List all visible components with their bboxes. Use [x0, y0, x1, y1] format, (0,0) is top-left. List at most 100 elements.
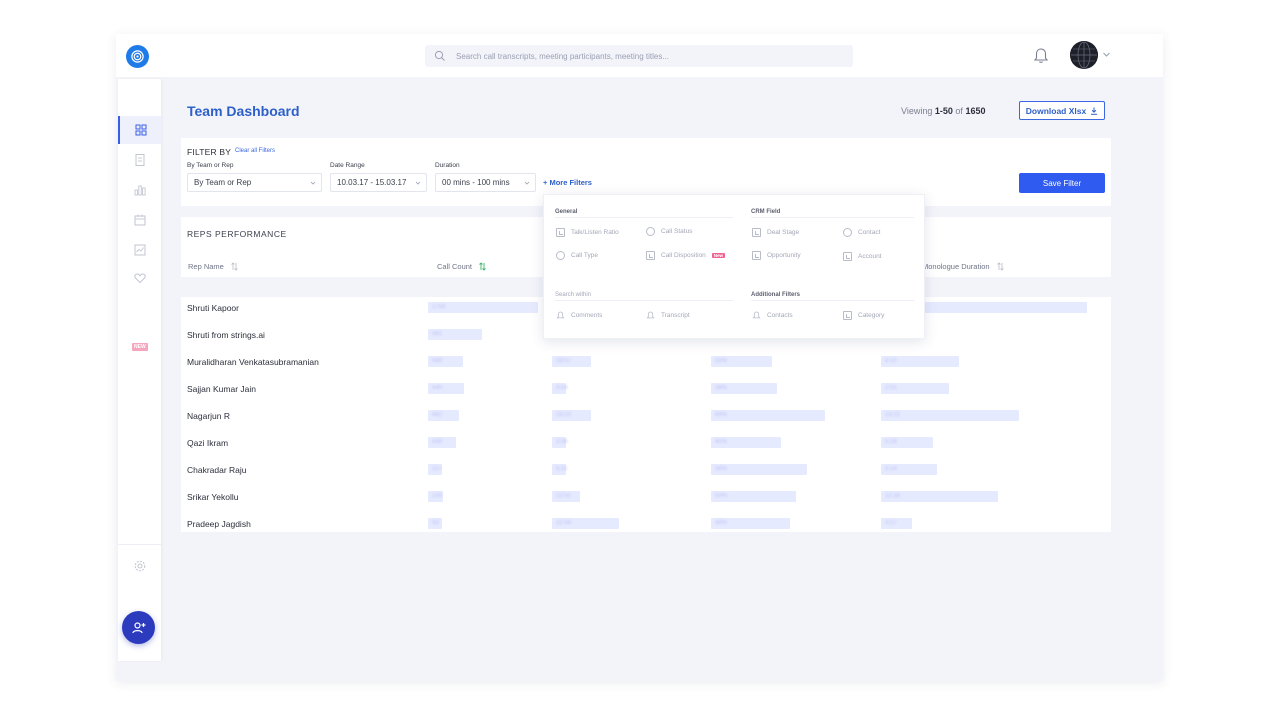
- metric-value: 84%: [715, 412, 728, 418]
- team-select[interactable]: By Team or Rep: [187, 173, 322, 192]
- metric-icon: [752, 251, 761, 260]
- download-label: Download Xlsx: [1025, 105, 1087, 116]
- metric-bar: 561: [428, 329, 482, 340]
- metric-value: 226: [432, 493, 443, 499]
- sidebar-item-analytics[interactable]: [118, 176, 161, 204]
- metric-value: 93: [432, 520, 439, 526]
- metric-value: 12:51: [556, 493, 572, 499]
- metric-bar: 18:57: [552, 356, 591, 367]
- sidebar-item-dashboard[interactable]: [118, 116, 161, 144]
- sidebar-item-settings[interactable]: [118, 552, 161, 580]
- metric-bar: 482: [428, 410, 459, 421]
- rep-name[interactable]: Shruti from strings.ai: [187, 330, 265, 340]
- user-avatar[interactable]: [1070, 41, 1098, 69]
- filter-option-account[interactable]: Account: [843, 252, 882, 261]
- table-row[interactable]: Pradeep Jagdish 93 22:54 48% 3:27: [181, 513, 1111, 540]
- metric-bar: 55%: [711, 356, 772, 367]
- option-label: Opportunity: [767, 252, 801, 259]
- metric-value: 5:31: [556, 466, 568, 472]
- metric-bar: 540: [428, 383, 464, 394]
- app-logo-icon[interactable]: [126, 45, 149, 68]
- option-label: Deal Stage: [767, 229, 800, 236]
- metric-value: 561: [432, 331, 443, 337]
- table-row[interactable]: Nagarjun R 482 19:23 84% 14:21: [181, 405, 1111, 432]
- metric-value: 3:36: [556, 439, 568, 445]
- general-heading: General: [555, 209, 578, 215]
- additional-filter-category[interactable]: Category: [843, 311, 884, 320]
- metric-value: 14:21: [885, 412, 901, 418]
- metric-bar: 8:10: [881, 356, 959, 367]
- column-header-rep-name[interactable]: Rep Name: [188, 262, 239, 271]
- metric-value: 18:57: [556, 358, 572, 364]
- new-badge: New: [711, 253, 726, 258]
- add-user-button[interactable]: [122, 611, 155, 644]
- radio-icon: [556, 251, 565, 260]
- additional-filter-contacts[interactable]: Contacts: [752, 311, 793, 320]
- table-row[interactable]: Qazi Ikram 439 3:36 40% 5:28: [181, 432, 1111, 459]
- duration-select[interactable]: 00 mins - 100 mins: [435, 173, 536, 192]
- option-label: Call Disposition: [661, 252, 706, 259]
- top-bar: [116, 34, 1163, 77]
- metric-bar: 22:54: [552, 518, 619, 529]
- metric-bar: 48%: [711, 518, 790, 529]
- sidebar-item-calendar[interactable]: [118, 206, 161, 234]
- document-icon: [135, 154, 144, 166]
- metric-value: 55%: [715, 358, 728, 364]
- save-filter-button[interactable]: Save Filter: [1019, 173, 1105, 193]
- sidebar-item-reports[interactable]: [118, 236, 161, 264]
- metric-bar: 3:36: [552, 437, 568, 448]
- date-range-value: 10.03.17 - 15.03.17: [337, 178, 407, 187]
- rep-name[interactable]: Nagarjun R: [187, 411, 230, 421]
- filter-option-call-disposition[interactable]: Call Disposition New: [646, 251, 726, 260]
- filter-option-opportunity[interactable]: Opportunity: [752, 251, 801, 260]
- table-row[interactable]: Muralidharan Venkatasubramanian 589 18:57…: [181, 351, 1111, 378]
- report-icon: [134, 244, 145, 256]
- app-window: NEW Team Dashboard Viewing 1-50 of 1650 …: [116, 34, 1163, 681]
- more-filters-link[interactable]: + More Filters: [543, 178, 592, 187]
- rep-name[interactable]: Pradeep Jagdish: [187, 519, 251, 529]
- option-label: Contact: [858, 229, 881, 236]
- table-row[interactable]: Srikar Yekollu 226 12:51 50% 12:16: [181, 486, 1111, 513]
- divider: [751, 300, 914, 301]
- search-input[interactable]: [456, 45, 846, 67]
- rep-name[interactable]: Qazi Ikram: [187, 438, 228, 448]
- clear-filters-link[interactable]: Clear all Filters: [235, 148, 275, 154]
- rep-name[interactable]: Chakradar Raju: [187, 465, 247, 475]
- date-range-select[interactable]: 10.03.17 - 15.03.17: [330, 173, 427, 192]
- column-header-call-count[interactable]: Call Count: [437, 262, 487, 271]
- filter-option-talk-listen[interactable]: Talk/Listen Ratio: [556, 228, 619, 237]
- sidebar-item-document[interactable]: [118, 146, 161, 174]
- table-row[interactable]: Sajjan Kumar Jain 540 4:54 38% 2:01: [181, 378, 1111, 405]
- filter-option-deal-stage[interactable]: Deal Stage: [752, 228, 799, 237]
- column-header-monologue-duration[interactable]: Monologue Duration: [922, 262, 1005, 271]
- radio-icon: [843, 228, 852, 237]
- rep-name[interactable]: Shruti Kapoor: [187, 303, 239, 313]
- pagination-info: Viewing 1-50 of 1650: [901, 106, 985, 116]
- metric-value: 482: [432, 412, 443, 418]
- sidebar-item-new-feature[interactable]: [118, 264, 161, 292]
- search-bar[interactable]: [425, 45, 853, 67]
- table-row[interactable]: Chakradar Raju 217 5:31 56% 3:14: [181, 459, 1111, 486]
- filter-option-call-status[interactable]: Call Status: [646, 227, 692, 236]
- search-within-comments[interactable]: Comments: [556, 311, 602, 320]
- crm-heading: CRM Field: [751, 209, 781, 215]
- download-xlsx-button[interactable]: Download Xlsx: [1019, 101, 1105, 120]
- bell-icon: [646, 311, 655, 319]
- column-header-label: Monologue Duration: [922, 262, 990, 271]
- notification-bell-icon[interactable]: [1033, 47, 1049, 65]
- rep-name[interactable]: Sajjan Kumar Jain: [187, 384, 256, 394]
- duration-value: 00 mins - 100 mins: [442, 178, 510, 187]
- more-filters-dropdown: General CRM Field Talk/Listen Ratio Call…: [543, 194, 925, 339]
- search-within-transcript[interactable]: Transcript: [646, 311, 690, 320]
- sort-active-icon: [479, 262, 486, 271]
- column-header-label: Rep Name: [188, 262, 224, 271]
- filter-option-call-type[interactable]: Call Type: [556, 251, 598, 260]
- metric-icon: [843, 252, 852, 261]
- filter-option-contact[interactable]: Contact: [843, 228, 880, 237]
- rep-name[interactable]: Muralidharan Venkatasubramanian: [187, 357, 319, 367]
- metric-bar: 19:23: [552, 410, 591, 421]
- chevron-down-icon[interactable]: [1102, 50, 1111, 59]
- option-label: Category: [858, 312, 885, 319]
- chevron-down-icon: [310, 181, 316, 185]
- rep-name[interactable]: Srikar Yekollu: [187, 492, 239, 502]
